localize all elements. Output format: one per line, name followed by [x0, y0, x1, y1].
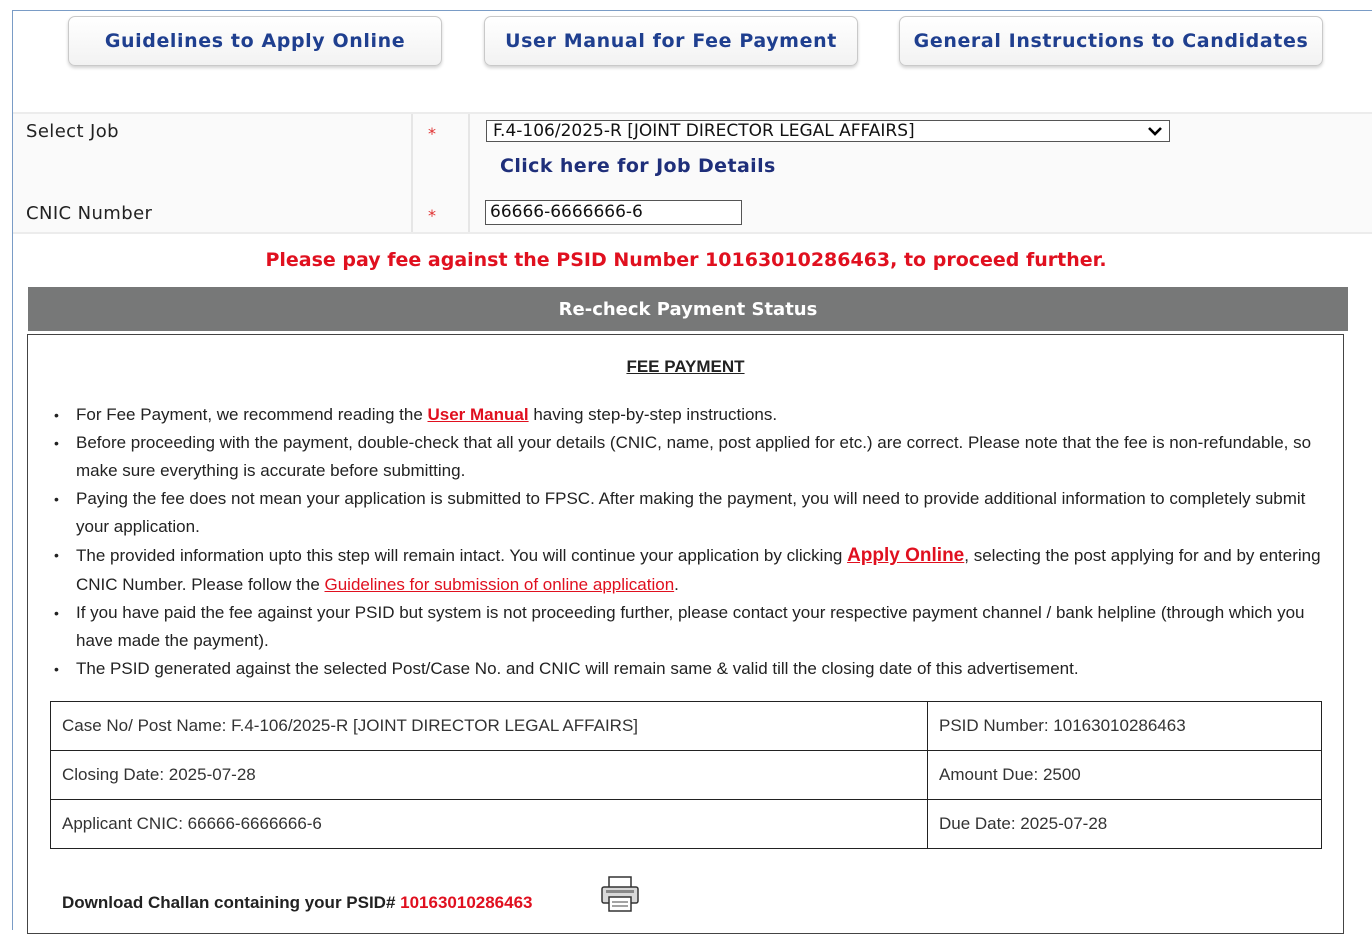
chevron-down-icon: [1147, 121, 1163, 147]
case-no-cell: Case No/ Post Name: F.4-106/2025-R [JOIN…: [50, 701, 928, 751]
select-job-label: Select Job: [26, 121, 119, 142]
download-challan-text: Download Challan containing your PSID# 1…: [62, 893, 533, 913]
column-divider: [411, 114, 413, 194]
instruction-text: .: [674, 575, 679, 594]
job-select-value: F.4-106/2025-R [JOINT DIRECTOR LEGAL AFF…: [493, 121, 915, 141]
instruction-text: having step-by-step instructions.: [528, 405, 778, 424]
user-manual-button[interactable]: User Manual for Fee Payment: [484, 16, 858, 66]
download-label: Download Challan containing your PSID#: [62, 893, 401, 912]
instruction-text: For Fee Payment, we recommend reading th…: [76, 405, 428, 424]
general-instructions-button[interactable]: General Instructions to Candidates: [899, 16, 1323, 66]
closing-date-cell: Closing Date: 2025-07-28: [50, 750, 928, 800]
instruction-item: If you have paid the fee against your PS…: [54, 599, 1321, 655]
job-select[interactable]: F.4-106/2025-R [JOINT DIRECTOR LEGAL AFF…: [486, 120, 1170, 142]
required-mark: *: [428, 206, 436, 225]
apply-online-link[interactable]: Apply Online: [847, 545, 964, 566]
challan-info-table: Case No/ Post Name: F.4-106/2025-R [JOIN…: [50, 701, 1322, 849]
psid-alert-message: Please pay fee against the PSID Number 1…: [265, 249, 1107, 271]
due-date-cell: Due Date: 2025-07-28: [927, 799, 1322, 849]
job-details-link[interactable]: Click here for Job Details: [500, 155, 776, 177]
column-divider: [411, 194, 413, 232]
instruction-item: Paying the fee does not mean your applic…: [54, 485, 1321, 541]
amount-due-cell: Amount Due: 2500: [927, 750, 1322, 800]
table-row: Closing Date: 2025-07-28 Amount Due: 250…: [50, 750, 1322, 800]
fee-payment-title: FEE PAYMENT: [626, 357, 745, 376]
cnic-input[interactable]: 66666-6666666-6: [485, 200, 742, 225]
psid-number-cell: PSID Number: 10163010286463: [927, 701, 1322, 751]
user-manual-link[interactable]: User Manual: [428, 405, 529, 424]
instruction-text: The provided information upto this step …: [76, 546, 848, 565]
instruction-item: For Fee Payment, we recommend reading th…: [54, 401, 1321, 429]
instruction-item: The PSID generated against the selected …: [54, 655, 1321, 683]
instructions-list: For Fee Payment, we recommend reading th…: [54, 401, 1321, 683]
instruction-item: Before proceeding with the payment, doub…: [54, 429, 1321, 485]
instruction-item: The provided information upto this step …: [54, 541, 1321, 599]
table-row: Case No/ Post Name: F.4-106/2025-R [JOIN…: [50, 701, 1322, 751]
column-divider: [468, 114, 470, 194]
recheck-payment-status-button[interactable]: Re-check Payment Status: [28, 287, 1348, 331]
column-divider: [468, 194, 470, 232]
fee-payment-panel: FEE PAYMENT For Fee Payment, we recommen…: [27, 334, 1344, 934]
guidelines-button[interactable]: Guidelines to Apply Online: [68, 16, 442, 66]
printer-icon[interactable]: [600, 875, 640, 917]
applicant-cnic-cell: Applicant CNIC: 66666-6666666-6: [50, 799, 928, 849]
required-mark: *: [428, 124, 436, 143]
table-row: Applicant CNIC: 66666-6666666-6 Due Date…: [50, 799, 1322, 849]
download-psid: 10163010286463: [400, 893, 533, 912]
cnic-label: CNIC Number: [26, 203, 153, 224]
guidelines-submission-link[interactable]: Guidelines for submission of online appl…: [325, 575, 675, 594]
